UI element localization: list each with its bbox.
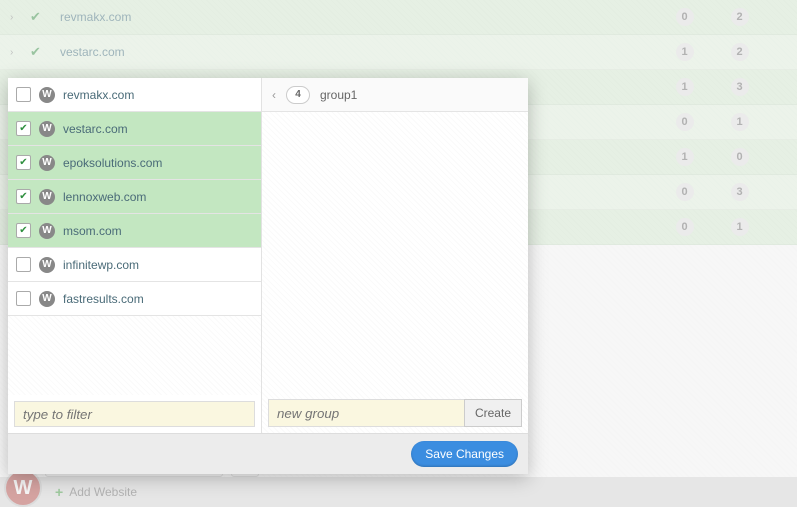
expand-chevron-icon[interactable]: › [10,12,30,23]
sites-list: Wrevmakx.com ✔ Wvestarc.com ✔ Wepoksolutions… [8,78,261,395]
groups-pane: ‹ 4 group1 Create [262,78,528,433]
site-name-label: lennoxweb.com [63,190,146,204]
modal-body: Wrevmakx.com ✔ Wvestarc.com ✔ Wepoksolutions… [8,78,528,433]
site-name-label: revmakx.com [63,88,134,102]
domain-label: vestarc.com [60,45,657,59]
site-row[interactable]: Wrevmakx.com [8,78,261,112]
site-row[interactable]: ✔ Wepoksolutions.com [8,146,261,180]
create-group-button[interactable]: Create [464,399,522,427]
domain-label: revmakx.com [60,10,657,24]
site-row[interactable]: ✔ Wvestarc.com [8,112,261,146]
count-col-1: 1 [657,78,712,96]
group-editor-modal: Wrevmakx.com ✔ Wvestarc.com ✔ Wepoksolutions… [8,78,528,474]
group-footer: Create [262,393,528,433]
site-row[interactable]: Winfinitewp.com [8,248,261,282]
count-col-2: 2 [712,8,767,26]
wordpress-icon: W [39,257,55,273]
site-checkbox[interactable] [16,257,31,272]
site-row[interactable]: ✔ Wlennoxweb.com [8,180,261,214]
count-col-2: 2 [712,43,767,61]
wordpress-icon: W [39,223,55,239]
wordpress-icon: W [39,291,55,307]
site-checkbox[interactable]: ✔ [16,155,31,170]
count-col-1: 0 [657,8,712,26]
filter-wrap [8,395,261,433]
site-name-label: infinitewp.com [63,258,139,272]
site-checkbox[interactable]: ✔ [16,121,31,136]
count-col-2: 1 [712,218,767,236]
site-name-label: epoksolutions.com [63,156,162,170]
site-row[interactable]: ✔ Wmsom.com [8,214,261,248]
site-checkbox[interactable]: ✔ [16,189,31,204]
wordpress-logo-icon: W [6,471,40,505]
site-name-label: vestarc.com [63,122,128,136]
plus-icon: + [55,484,63,500]
site-row[interactable]: Wfastresults.com [8,282,261,316]
table-row[interactable]: ›✔revmakx.com02 [0,0,797,35]
count-col-2: 3 [712,78,767,96]
site-checkbox[interactable] [16,87,31,102]
wordpress-icon: W [39,87,55,103]
new-group-input[interactable] [268,399,464,427]
wordpress-icon: W [39,189,55,205]
save-changes-button[interactable]: Save Changes [411,441,518,467]
count-col-2: 1 [712,113,767,131]
count-col-1: 0 [657,183,712,201]
site-name-label: msom.com [63,224,122,238]
collapse-caret-icon[interactable]: ‹ [272,88,276,102]
count-col-1: 1 [657,43,712,61]
checkmark-icon[interactable]: ✔ [30,9,60,25]
expand-chevron-icon[interactable]: › [10,47,30,58]
checkmark-icon[interactable]: ✔ [30,44,60,60]
site-checkbox[interactable]: ✔ [16,223,31,238]
modal-footer: Save Changes [8,433,528,474]
group-body [262,112,528,393]
count-col-1: 0 [657,218,712,236]
filter-input[interactable] [14,401,255,427]
site-name-label: fastresults.com [63,292,144,306]
group-header[interactable]: ‹ 4 group1 [262,78,528,112]
group-name-label: group1 [320,88,357,102]
group-count-badge: 4 [286,86,310,104]
wordpress-icon: W [39,121,55,137]
table-row[interactable]: ›✔vestarc.com12 [0,35,797,70]
wordpress-icon: W [39,155,55,171]
count-col-2: 0 [712,148,767,166]
count-col-2: 3 [712,183,767,201]
site-checkbox[interactable] [16,291,31,306]
add-website-label: Add Website [69,485,137,499]
count-col-1: 1 [657,148,712,166]
sites-pane: Wrevmakx.com ✔ Wvestarc.com ✔ Wepoksolutions… [8,78,262,433]
count-col-1: 0 [657,113,712,131]
add-website-bar[interactable]: + Add Website [0,477,797,507]
